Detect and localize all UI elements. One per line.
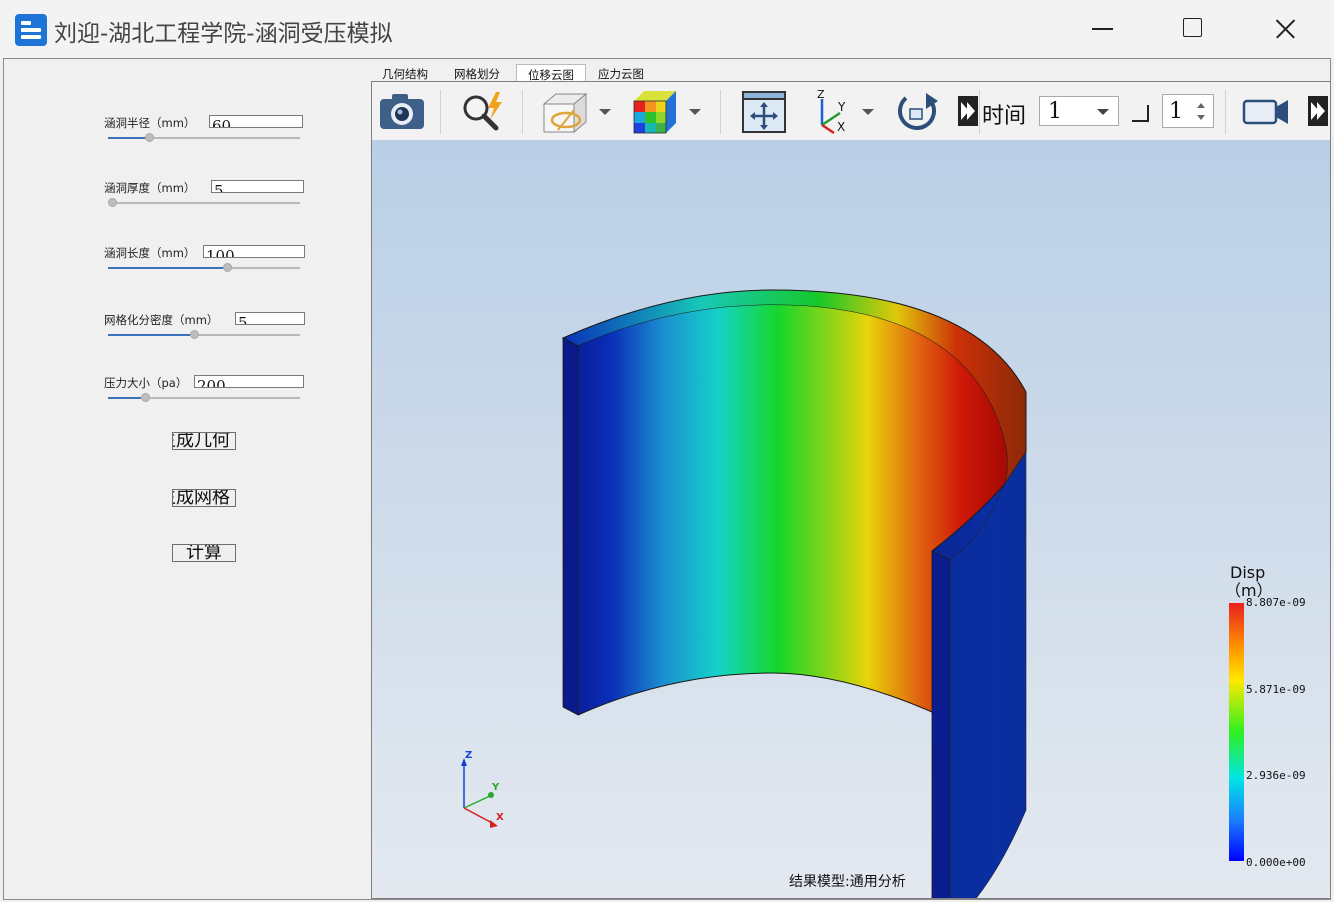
compute-button[interactable]: 计算 (172, 544, 236, 562)
model-label: 结果模型:通用分析 (789, 874, 906, 890)
slider-handle[interactable] (108, 198, 117, 207)
color-cube-icon[interactable] (630, 89, 680, 135)
fit-view-icon[interactable] (740, 89, 788, 135)
time-select-value: 1 (1048, 99, 1062, 124)
length-label: 涵洞长度（mm） (104, 246, 196, 260)
legend-min-value: 0.000e+00 (1246, 856, 1306, 869)
legend-value-3: 2.936e-09 (1246, 769, 1306, 782)
generate-mesh-button[interactable]: 生成网格 (172, 489, 236, 507)
time-select[interactable]: 1 (1039, 96, 1119, 126)
toolbar-overflow-icon[interactable] (958, 96, 978, 126)
mesh-density-slider[interactable] (108, 330, 300, 339)
axis-triad: Z Y X (461, 750, 504, 828)
legend-value-2: 5.871e-09 (1246, 683, 1306, 696)
legend-max-value: 8.807e-09 (1246, 596, 1306, 609)
axis-view-icon[interactable]: Z Y X (808, 87, 858, 135)
legend-title: Disp (1230, 563, 1266, 582)
chevron-down-icon[interactable] (689, 109, 701, 115)
thickness-label: 涵洞厚度（mm） (104, 181, 196, 195)
title-bar: 刘迎-湖北工程学院-涵洞受压模拟 (0, 0, 1334, 58)
slider-handle[interactable] (190, 330, 199, 339)
window-title: 刘迎-湖北工程学院-涵洞受压模拟 (54, 21, 393, 47)
clip-plane-icon[interactable] (540, 90, 590, 134)
close-button[interactable] (1271, 14, 1301, 44)
radius-input[interactable]: 60 (209, 115, 303, 128)
chevron-down-icon (1097, 109, 1109, 115)
maximize-button[interactable] (1178, 14, 1208, 44)
length-input[interactable]: 100 (203, 245, 305, 258)
axis-z-label: Z (465, 750, 472, 761)
chevron-down-icon[interactable] (599, 109, 611, 115)
slider-handle[interactable] (141, 393, 150, 402)
radius-label: 涵洞半径（mm） (104, 116, 196, 130)
mesh-density-label: 网格化分密度（mm） (104, 313, 219, 327)
rotate-icon[interactable] (892, 89, 942, 135)
legend-color-bar (1229, 603, 1244, 861)
axis-x-label: X (496, 812, 504, 823)
zoom-icon[interactable] (458, 90, 508, 134)
svg-text:Y: Y (837, 100, 846, 114)
result-viewer: Z Y X 时间 1 1 Z Y X Disp （m） 8.807e-09 5.… (371, 81, 1331, 899)
minimize-button[interactable] (1088, 14, 1118, 44)
pressure-slider[interactable] (108, 393, 300, 402)
thickness-input[interactable]: 5 (211, 180, 304, 193)
length-slider[interactable] (108, 263, 300, 272)
camera-icon[interactable] (378, 91, 426, 131)
chevron-down-icon[interactable] (862, 109, 874, 115)
slider-handle[interactable] (145, 133, 154, 142)
radius-slider[interactable] (108, 133, 300, 142)
pressure-label: 压力大小（pa） (104, 376, 188, 390)
spin-down-icon[interactable] (1197, 115, 1205, 120)
time-label: 时间 (982, 104, 1027, 129)
3d-viewport[interactable]: Z Y X Disp （m） 8.807e-09 5.871e-09 2.936… (372, 140, 1330, 898)
pressure-input[interactable]: 200 (194, 375, 304, 388)
thickness-slider[interactable] (108, 198, 300, 207)
step-spinbox-value: 1 (1169, 99, 1183, 124)
viewer-toolbar: Z Y X 时间 1 1 (372, 82, 1330, 141)
step-spinbox[interactable]: 1 (1162, 94, 1214, 128)
spin-up-icon[interactable] (1197, 103, 1205, 108)
slider-handle[interactable] (223, 263, 232, 272)
app-icon (15, 14, 47, 46)
generate-geometry-button[interactable]: 生成几何 (172, 432, 236, 450)
compute-label: 计算 (186, 544, 222, 562)
record-icon[interactable] (1242, 97, 1292, 127)
svg-text:Z: Z (817, 88, 825, 101)
axis-y-label: Y (491, 782, 500, 793)
generate-geometry-label: 生成几何 (173, 432, 230, 450)
generate-mesh-label: 生成网格 (173, 489, 230, 507)
toolbar-overflow-icon[interactable] (1308, 96, 1328, 126)
step-icon (1132, 105, 1149, 122)
mesh-density-input[interactable]: 5 (235, 312, 305, 325)
svg-text:X: X (837, 120, 845, 134)
